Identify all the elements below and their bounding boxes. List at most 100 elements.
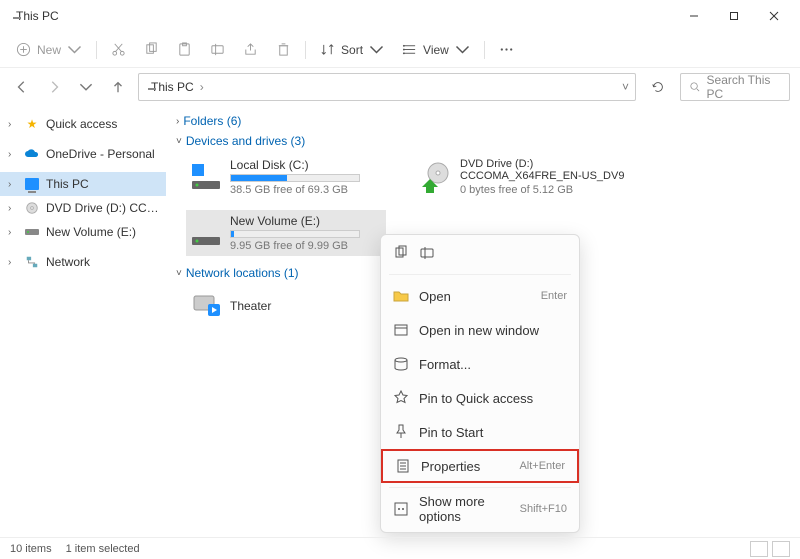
ctx-open-new-window[interactable]: Open in new window	[381, 313, 579, 347]
cut-button[interactable]	[103, 38, 134, 61]
chevron-right-icon: ›	[8, 257, 18, 268]
star-icon: ★	[24, 116, 40, 132]
thumbnails-view-toggle[interactable]	[772, 541, 790, 557]
folder-icon	[393, 288, 409, 304]
sidebar-item-onedrive[interactable]: › OneDrive - Personal	[0, 142, 166, 166]
chevron-down-icon[interactable]: ˅	[622, 80, 629, 94]
view-button[interactable]: View	[394, 38, 478, 61]
view-label: View	[423, 43, 449, 57]
drive-status: 38.5 GB free of 69.3 GB	[230, 184, 382, 196]
drive-new-volume-e[interactable]: New Volume (E:) 9.95 GB free of 9.99 GB	[186, 210, 386, 256]
separator	[389, 274, 571, 275]
drive-local-disk-c[interactable]: Local Disk (C:) 38.5 GB free of 69.3 GB	[186, 154, 386, 200]
separator	[389, 487, 571, 488]
sidebar: › ★ Quick access › OneDrive - Personal ›…	[0, 106, 166, 537]
toolbar: New Sort View	[0, 32, 800, 68]
chevron-right-icon: ›	[8, 203, 18, 214]
sidebar-item-dvd-drive[interactable]: › DVD Drive (D:) CCCOMA_X64FR	[0, 196, 166, 220]
minimize-button[interactable]	[674, 0, 714, 32]
drive-icon	[24, 224, 40, 240]
star-outline-icon	[393, 390, 409, 406]
network-item-theater[interactable]: Theater	[186, 286, 386, 326]
copy-button[interactable]	[136, 38, 167, 61]
ctx-format[interactable]: Format...	[381, 347, 579, 381]
status-item-count: 10 items	[10, 543, 52, 555]
ctx-properties[interactable]: Properties Alt+Enter	[381, 449, 579, 483]
close-button[interactable]	[754, 0, 794, 32]
back-button[interactable]	[10, 75, 34, 99]
forward-button[interactable]	[42, 75, 66, 99]
chevron-right-icon: ›	[8, 179, 18, 190]
section-drives[interactable]: ˅ Devices and drives (3)	[176, 134, 790, 148]
properties-icon	[395, 458, 411, 474]
window-title: This PC	[16, 9, 59, 23]
usage-bar	[230, 174, 360, 182]
sidebar-item-network[interactable]: › Network	[0, 250, 166, 274]
chevron-down-icon	[369, 42, 384, 57]
details-view-toggle[interactable]	[750, 541, 768, 557]
drive-name: DVD Drive (D:) CCCOMA_X64FRE_EN-US_DV9	[460, 158, 642, 182]
usage-bar	[230, 230, 360, 238]
status-bar: 10 items 1 item selected	[0, 537, 800, 559]
drive-status: 9.95 GB free of 9.99 GB	[230, 240, 382, 252]
sidebar-item-new-volume[interactable]: › New Volume (E:)	[0, 220, 166, 244]
thispc-icon	[24, 176, 40, 192]
address-bar[interactable]: This PC › ˅	[138, 73, 636, 101]
section-folders[interactable]: › Folders (6)	[176, 114, 790, 128]
drive-icon	[190, 217, 222, 249]
sidebar-item-quick-access[interactable]: › ★ Quick access	[0, 112, 166, 136]
media-device-icon	[190, 290, 222, 322]
chevron-down-icon	[67, 42, 82, 57]
delete-button[interactable]	[268, 38, 299, 61]
up-button[interactable]	[106, 75, 130, 99]
search-placeholder: Search This PC	[707, 73, 781, 101]
address-label: This PC	[151, 80, 194, 94]
recent-button[interactable]	[74, 75, 98, 99]
drive-status: 0 bytes free of 5.12 GB	[460, 184, 642, 196]
chevron-down-icon	[455, 42, 470, 57]
network-item-name: Theater	[230, 299, 382, 313]
ctx-show-more[interactable]: Show more options Shift+F10	[381, 492, 579, 526]
chevron-right-icon: ›	[8, 149, 18, 160]
sort-button[interactable]: Sort	[312, 38, 392, 61]
context-menu: Open Enter Open in new window Format... …	[380, 234, 580, 533]
more-button[interactable]	[491, 38, 522, 61]
pin-icon	[393, 424, 409, 440]
rename-icon[interactable]	[419, 245, 435, 264]
divider	[484, 41, 485, 59]
chevron-right-icon: ›	[8, 227, 18, 238]
nav-bar: This PC › ˅ Search This PC	[0, 68, 800, 106]
ctx-pin-quick-access[interactable]: Pin to Quick access	[381, 381, 579, 415]
disc-icon	[24, 200, 40, 216]
drive-name: New Volume (E:)	[230, 214, 382, 228]
network-icon	[24, 254, 40, 270]
status-selected-count: 1 item selected	[66, 543, 140, 555]
sort-label: Sort	[341, 43, 363, 57]
maximize-button[interactable]	[714, 0, 754, 32]
title-bar: This PC	[0, 0, 800, 32]
chevron-right-icon: ›	[200, 80, 204, 94]
new-label: New	[37, 43, 61, 57]
divider	[305, 41, 306, 59]
drive-dvd-d[interactable]: DVD Drive (D:) CCCOMA_X64FRE_EN-US_DV9 0…	[416, 154, 646, 200]
chevron-right-icon: ›	[8, 119, 18, 130]
sidebar-item-this-pc[interactable]: › This PC	[0, 172, 166, 196]
search-input[interactable]: Search This PC	[680, 73, 790, 101]
new-button[interactable]: New	[8, 38, 90, 61]
drive-icon	[190, 161, 222, 193]
ctx-open[interactable]: Open Enter	[381, 279, 579, 313]
more-options-icon	[393, 501, 409, 517]
rename-button[interactable]	[202, 38, 233, 61]
chevron-down-icon: ˅	[176, 136, 182, 147]
drive-name: Local Disk (C:)	[230, 158, 382, 172]
new-window-icon	[393, 322, 409, 338]
ctx-pin-start[interactable]: Pin to Start	[381, 415, 579, 449]
paste-button[interactable]	[169, 38, 200, 61]
chevron-down-icon: ˅	[176, 268, 182, 279]
chevron-right-icon: ›	[176, 116, 179, 127]
disc-install-icon	[420, 161, 452, 193]
share-button[interactable]	[235, 38, 266, 61]
refresh-button[interactable]	[644, 73, 672, 101]
divider	[96, 41, 97, 59]
copy-icon[interactable]	[393, 245, 409, 264]
